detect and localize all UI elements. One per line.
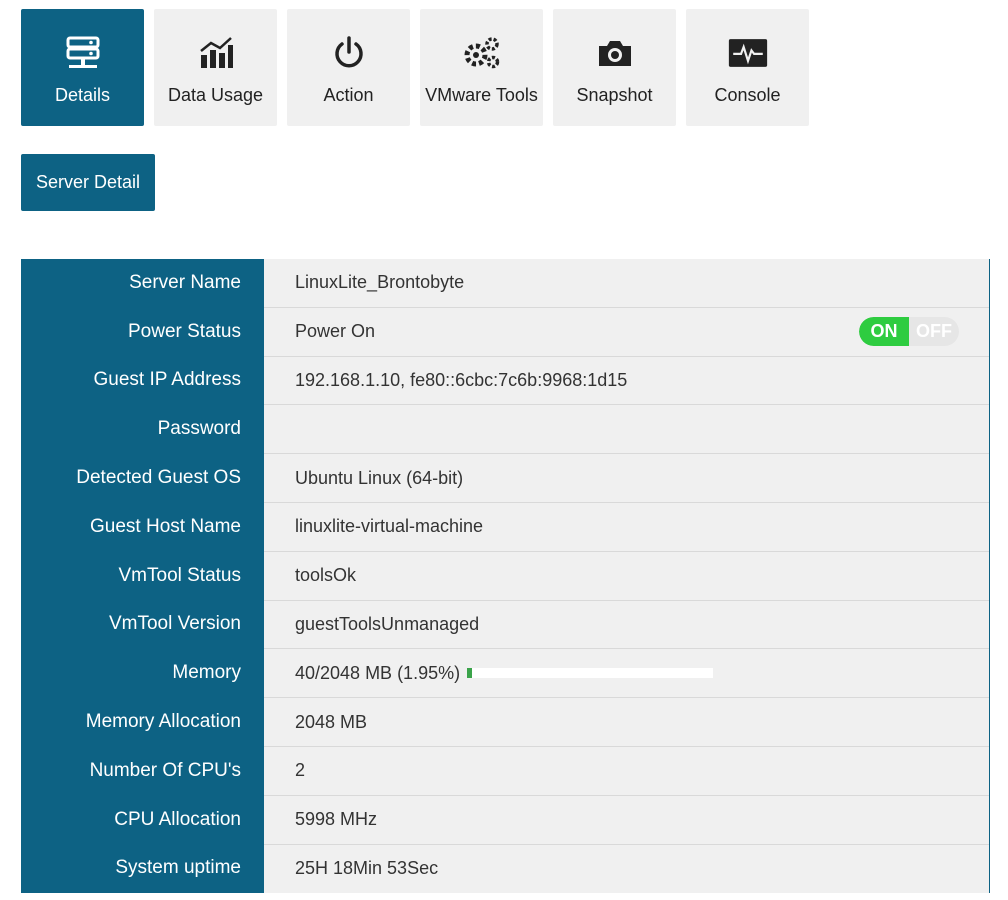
detail-label: Password	[21, 405, 264, 455]
tab-label: VMware Tools	[425, 85, 538, 105]
tab-bar: Details Data Usage Action VMware Tools S…	[21, 9, 809, 126]
detail-row-guest-os: Detected Guest OS Ubuntu Linux (64-bit)	[21, 454, 989, 503]
detail-value: 5998 MHz	[264, 795, 989, 845]
detail-label: Memory	[21, 649, 264, 699]
tab-data-usage[interactable]: Data Usage	[154, 9, 277, 126]
detail-value: 2048 MB	[264, 698, 989, 747]
memory-usage-bar	[467, 668, 714, 679]
detail-row-cpu-allocation: CPU Allocation 5998 MHz	[21, 795, 989, 845]
detail-row-power-status: Power Status Power On ON OFF	[21, 307, 989, 357]
console-icon	[728, 33, 768, 73]
detail-value-cell: 40/2048 MB (1.95%)	[264, 649, 989, 699]
detail-label: Memory Allocation	[21, 698, 264, 747]
tab-label: Action	[323, 85, 374, 105]
server-detail-table: Server Name LinuxLite_Brontobyte Power S…	[21, 259, 990, 894]
detail-label: Guest IP Address	[21, 356, 264, 406]
detail-value: linuxlite-virtual-machine	[264, 502, 989, 552]
detail-value-cell: Power On ON OFF	[264, 307, 989, 357]
detail-value: 40/2048 MB (1.95%)	[295, 662, 461, 683]
detail-row-memory: Memory 40/2048 MB (1.95%)	[21, 649, 989, 699]
detail-label: VmTool Status	[21, 551, 264, 601]
toggle-off-label: OFF	[916, 320, 952, 341]
detail-row-server-name: Server Name LinuxLite_Brontobyte	[21, 259, 989, 308]
camera-icon	[595, 33, 635, 73]
detail-row-vmtool-status: VmTool Status toolsOk	[21, 551, 989, 601]
detail-label: System uptime	[21, 844, 264, 894]
gears-icon	[462, 33, 502, 73]
detail-value: toolsOk	[264, 551, 989, 601]
detail-value: LinuxLite_Brontobyte	[264, 259, 989, 308]
detail-label: Guest Host Name	[21, 502, 264, 552]
power-icon	[329, 33, 369, 73]
detail-value: 2	[264, 746, 989, 796]
power-toggle[interactable]: ON OFF	[859, 316, 959, 346]
detail-value: guestToolsUnmanaged	[264, 600, 989, 650]
detail-row-vmtool-version: VmTool Version guestToolsUnmanaged	[21, 600, 989, 650]
detail-label: Number Of CPU's	[21, 746, 264, 796]
bar-chart-icon	[196, 33, 236, 73]
detail-row-uptime: System uptime 25H 18Min 53Sec	[21, 844, 989, 894]
detail-label: Power Status	[21, 307, 264, 357]
memory-usage-fill	[467, 668, 472, 679]
server-detail-button[interactable]: Server Detail	[21, 154, 156, 211]
detail-value: 25H 18Min 53Sec	[264, 844, 989, 894]
tab-snapshot[interactable]: Snapshot	[553, 9, 676, 126]
detail-row-password: Password	[21, 405, 989, 455]
tab-console[interactable]: Console	[686, 9, 809, 126]
detail-label: Server Name	[21, 259, 264, 308]
detail-value: Power On	[295, 321, 376, 342]
detail-value	[264, 405, 989, 455]
detail-row-host-name: Guest Host Name linuxlite-virtual-machin…	[21, 502, 989, 552]
tab-label: Data Usage	[167, 85, 264, 105]
detail-value: Ubuntu Linux (64-bit)	[264, 454, 989, 503]
detail-label: CPU Allocation	[21, 795, 264, 845]
tab-details[interactable]: Details	[21, 9, 144, 126]
tab-label: Console	[714, 85, 781, 105]
detail-row-guest-ip: Guest IP Address 192.168.1.10, fe80::6cb…	[21, 356, 989, 406]
tab-action[interactable]: Action	[287, 9, 410, 126]
tab-vmware-tools[interactable]: VMware Tools	[420, 9, 543, 126]
detail-value: 192.168.1.10, fe80::6cbc:7c6b:9968:1d15	[264, 356, 989, 406]
toggle-on-label: ON	[859, 316, 909, 346]
tab-label: Snapshot	[576, 85, 653, 105]
tab-label: Details	[54, 85, 111, 105]
detail-row-cpu-count: Number Of CPU's 2	[21, 746, 989, 796]
server-icon	[63, 33, 103, 73]
detail-row-memory-allocation: Memory Allocation 2048 MB	[21, 698, 989, 747]
detail-label: Detected Guest OS	[21, 454, 264, 503]
detail-label: VmTool Version	[21, 600, 264, 650]
